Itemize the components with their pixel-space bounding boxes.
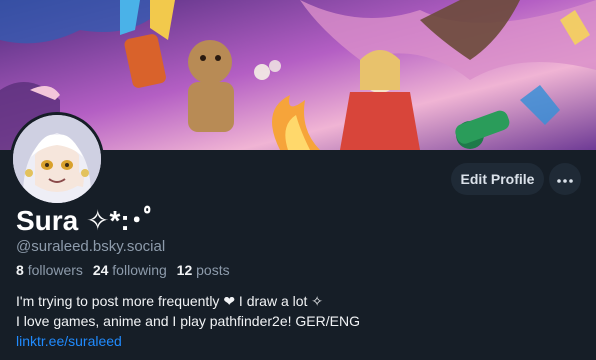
- followers-label: followers: [27, 262, 83, 278]
- bio-link[interactable]: linktr.ee/suraleed: [16, 333, 122, 349]
- edit-profile-button[interactable]: Edit Profile: [451, 163, 544, 195]
- avatar[interactable]: [13, 115, 101, 203]
- profile-bio: I'm trying to post more frequently ❤ I d…: [16, 291, 360, 351]
- following-count: 24: [92, 262, 109, 278]
- avatar-illustration: [13, 115, 101, 203]
- more-options-button[interactable]: [549, 163, 581, 195]
- posts-label: posts: [196, 262, 230, 278]
- followers-count: 8: [16, 262, 24, 278]
- posts-count: 12: [176, 262, 193, 278]
- following-link[interactable]: 24 following: [93, 262, 167, 278]
- posts-stat: 12 posts: [177, 262, 230, 278]
- bio-line-2: I love games, anime and I play pathfinde…: [16, 313, 360, 329]
- profile-stats: 8 followers 24 following 12 posts: [16, 262, 236, 278]
- bio-line-1: I'm trying to post more frequently ❤ I d…: [16, 293, 324, 309]
- followers-link[interactable]: 8 followers: [16, 262, 83, 278]
- profile-handle: @suraleed.bsky.social: [16, 238, 166, 255]
- ellipsis-icon: [557, 170, 573, 188]
- display-name: Sura ✧*:･ﾟ: [16, 205, 158, 236]
- edit-profile-label: Edit Profile: [460, 171, 535, 187]
- avatar-frame: [10, 112, 104, 206]
- following-label: following: [112, 262, 167, 278]
